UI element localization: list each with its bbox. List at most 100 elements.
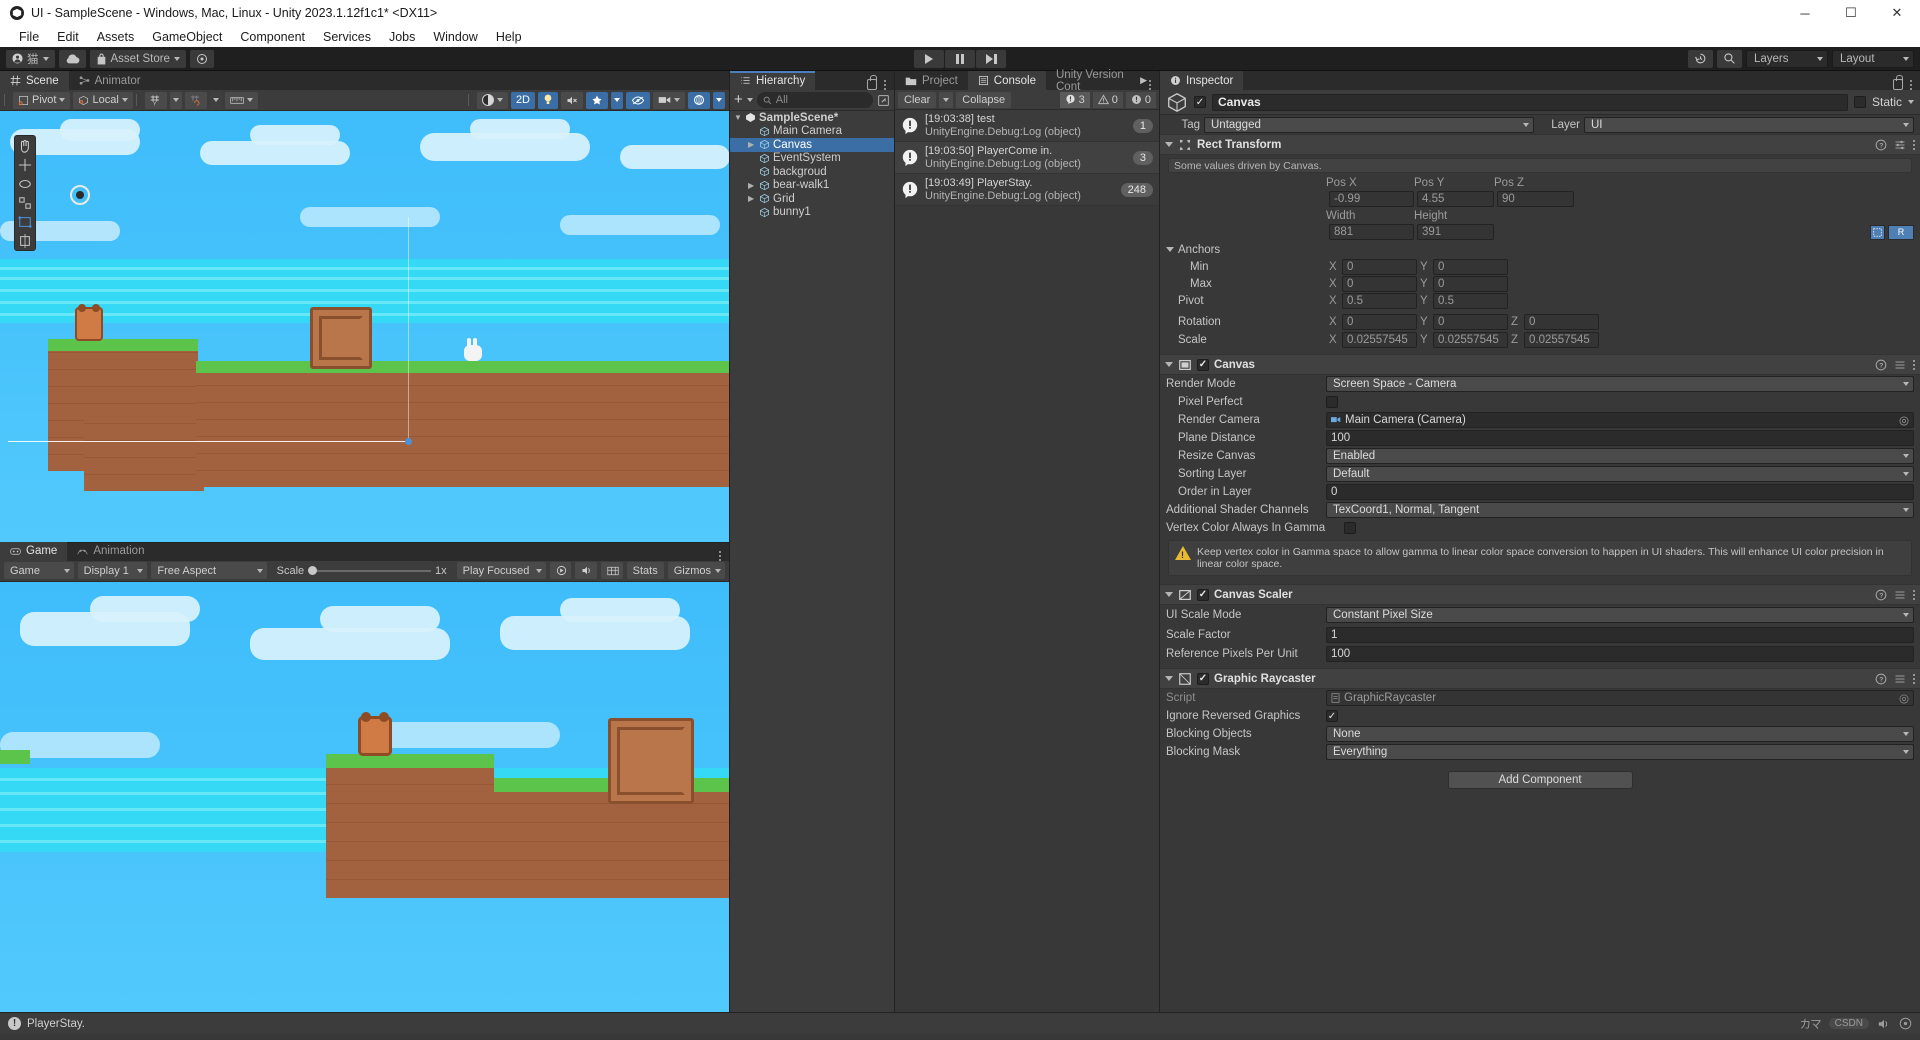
plane-distance-field[interactable]: 100 — [1326, 430, 1914, 446]
tag-dropdown[interactable]: Untagged — [1204, 116, 1534, 133]
object-picker-icon[interactable]: ◎ — [1899, 413, 1909, 427]
vertex-color-checkbox[interactable] — [1344, 522, 1356, 534]
graphic-raycaster-enabled-checkbox[interactable]: ✓ — [1197, 672, 1209, 685]
scale-y-field[interactable]: 0.02557545 — [1433, 332, 1508, 348]
blocking-objects-dropdown[interactable]: None — [1326, 726, 1914, 742]
graphic-raycaster-header[interactable]: ✓ Graphic Raycaster ? — [1160, 668, 1920, 689]
lock-icon[interactable] — [1893, 75, 1903, 90]
anchor-min-x-field[interactable]: 0 — [1342, 258, 1417, 275]
object-name-field[interactable]: Canvas — [1212, 93, 1848, 111]
stats-button[interactable]: Stats — [626, 562, 664, 579]
pos-y-field[interactable]: 4.55 — [1417, 191, 1494, 207]
account-button[interactable]: 猫 — [6, 49, 55, 68]
game-gizmos-button[interactable]: Gizmos — [667, 562, 726, 579]
disclosure-triangle-icon[interactable]: ▶ — [748, 181, 756, 190]
pixel-perfect-checkbox[interactable] — [1326, 396, 1338, 408]
menu-help[interactable]: Help — [487, 28, 531, 46]
scale-factor-field[interactable]: 1 — [1326, 626, 1914, 643]
menu-file[interactable]: File — [10, 28, 48, 46]
help-icon[interactable]: ? — [1875, 673, 1887, 685]
hierarchy-item-grid[interactable]: ▶ Grid — [730, 192, 894, 206]
gizmos-dropdown[interactable] — [713, 91, 725, 109]
hierarchy-item-canvas[interactable]: ▶ Canvas — [730, 138, 894, 152]
rotation-x-field[interactable]: 0 — [1342, 314, 1417, 330]
scale-z-field[interactable]: 0.02557545 — [1524, 332, 1599, 348]
menu-component[interactable]: Component — [231, 28, 314, 46]
order-in-layer-field[interactable]: 0 — [1326, 484, 1914, 500]
scene-audio-button[interactable] — [561, 91, 583, 109]
rect-tool-icon[interactable] — [18, 215, 32, 229]
sound-icon[interactable] — [1877, 1018, 1891, 1030]
blueprint-mode-button[interactable] — [1870, 224, 1885, 240]
object-active-checkbox[interactable]: ✓ — [1194, 96, 1206, 108]
tab-console[interactable]: Console — [967, 71, 1046, 90]
foldout-icon[interactable] — [1166, 247, 1174, 252]
hierarchy-item-bunny1[interactable]: bunny1 — [730, 206, 894, 220]
scene-camera-button[interactable] — [653, 91, 685, 109]
pivot-y-field[interactable]: 0.5 — [1433, 292, 1508, 309]
step-button[interactable] — [976, 49, 1006, 68]
game-target-dropdown[interactable]: Game — [4, 562, 74, 579]
tab-animator[interactable]: Animator — [69, 71, 151, 90]
mute-audio-button[interactable] — [574, 562, 597, 579]
game-view-canvas[interactable] — [0, 581, 729, 1012]
resize-canvas-dropdown[interactable]: Enabled — [1326, 448, 1914, 464]
add-gameobject-button[interactable]: + — [734, 92, 743, 107]
gizmos-button[interactable] — [688, 91, 710, 109]
disclosure-triangle-icon[interactable]: ▶ — [748, 140, 756, 149]
menu-jobs[interactable]: Jobs — [380, 28, 424, 46]
game-stats-icon-button[interactable] — [600, 562, 623, 579]
foldout-icon[interactable] — [1165, 592, 1173, 597]
game-panel-menu-button[interactable] — [719, 550, 721, 561]
anchor-min-y-field[interactable]: 0 — [1433, 258, 1508, 275]
scene-view-canvas[interactable] — [0, 111, 729, 542]
hierarchy-item-eventsystem[interactable]: EventSystem — [730, 152, 894, 166]
console-message-row[interactable]: [19:03:49] PlayerStay. UnityEngine.Debug:… — [895, 174, 1159, 206]
grid-snap-button[interactable]: Y — [144, 91, 167, 109]
preset-icon[interactable] — [1894, 673, 1906, 685]
component-menu-button[interactable] — [1913, 673, 1915, 684]
foldout-icon[interactable] — [1165, 676, 1173, 681]
width-field[interactable]: 881 — [1329, 224, 1414, 240]
rect-transform-header[interactable]: Rect Transform ? — [1160, 134, 1920, 155]
csdn-icon[interactable]: CSDN — [1828, 1018, 1869, 1029]
cloud-button[interactable] — [58, 49, 86, 68]
canvas-scaler-enabled-checkbox[interactable]: ✓ — [1197, 588, 1209, 601]
window-maximize-button[interactable]: ☐ — [1828, 0, 1874, 26]
maximize-on-play-button[interactable] — [549, 562, 571, 579]
menu-gameobject[interactable]: GameObject — [143, 28, 231, 46]
aspect-dropdown[interactable]: Free Aspect — [151, 562, 267, 579]
console-menu-button[interactable] — [1149, 80, 1151, 90]
static-checkbox[interactable] — [1853, 96, 1866, 108]
component-menu-button[interactable] — [1913, 589, 1915, 600]
canvas-scaler-header[interactable]: ✓ Canvas Scaler ? — [1160, 584, 1920, 605]
hierarchy-item-bear-walk1[interactable]: ▶ bear-walk1 — [730, 179, 894, 193]
menu-services[interactable]: Services — [314, 28, 380, 46]
window-minimize-button[interactable]: ─ — [1782, 0, 1828, 26]
foldout-icon[interactable] — [1165, 142, 1173, 147]
transform-tool-icon[interactable] — [18, 234, 32, 248]
inspector-menu-button[interactable] — [1910, 79, 1912, 90]
console-log-filter[interactable]: 3 — [1059, 91, 1090, 108]
layer-dropdown[interactable]: UI — [1584, 116, 1914, 133]
canvas-component-header[interactable]: ✓ Canvas ? — [1160, 354, 1920, 375]
preset-icon[interactable] — [1894, 589, 1906, 601]
sorting-layer-dropdown[interactable]: Default — [1326, 466, 1914, 482]
chevron-down-icon[interactable] — [746, 98, 753, 102]
hierarchy-item-backgroud[interactable]: backgroud — [730, 165, 894, 179]
asset-store-button[interactable]: Asset Store — [89, 49, 186, 68]
console-error-filter[interactable]: 0 — [1125, 91, 1156, 108]
handle-space-button[interactable]: Local — [73, 91, 133, 109]
blocking-mask-dropdown[interactable]: Everything — [1326, 744, 1914, 760]
shading-mode-button[interactable] — [476, 91, 508, 109]
lock-icon[interactable] — [867, 75, 877, 90]
play-button[interactable] — [914, 49, 944, 68]
anchors-foldout-row[interactable]: Anchors — [1160, 241, 1920, 258]
scene-fx-dropdown[interactable] — [611, 91, 623, 109]
foldout-icon[interactable] — [1165, 362, 1173, 367]
help-icon[interactable]: ? — [1875, 359, 1887, 371]
ui-scale-mode-dropdown[interactable]: Constant Pixel Size — [1326, 607, 1914, 623]
hierarchy-item-samplescene[interactable]: ▼ SampleScene* — [730, 111, 894, 125]
hierarchy-menu-button[interactable] — [884, 79, 886, 90]
2d-toggle-button[interactable]: 2D — [510, 91, 535, 109]
